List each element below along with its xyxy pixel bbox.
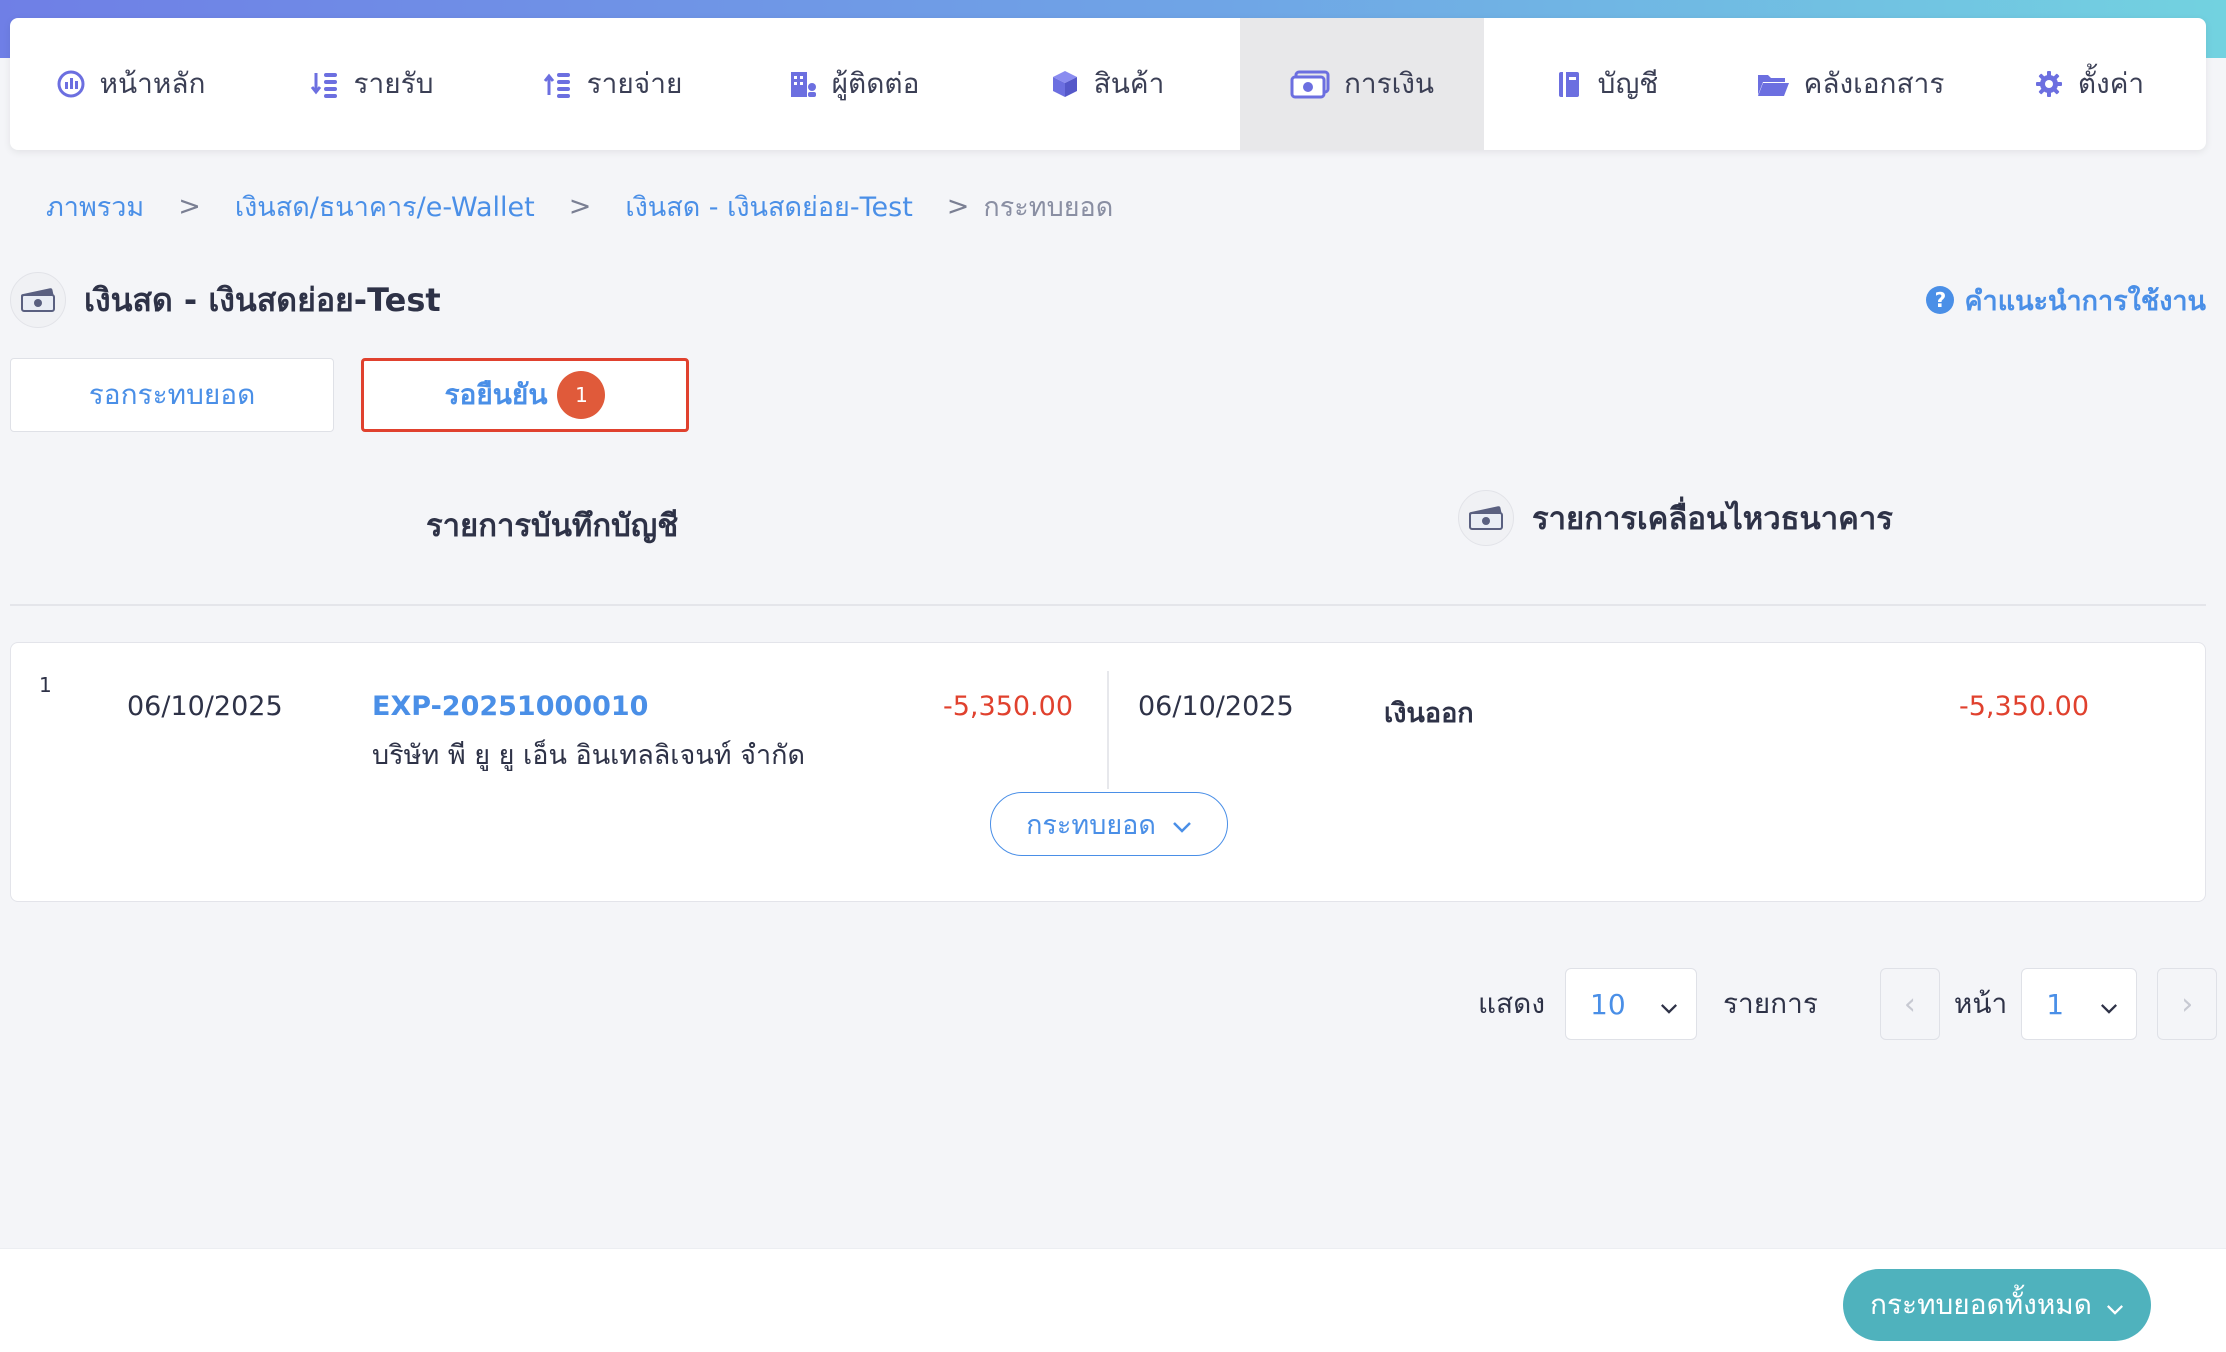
- nav-item-home[interactable]: หน้าหลัก: [10, 18, 251, 150]
- nav-label-home: หน้าหลัก: [99, 67, 206, 100]
- help-label: คำแนะนำการใช้งาน: [1964, 285, 2206, 317]
- nav-label-expense: รายจ่าย: [586, 67, 683, 100]
- expense-icon: [543, 69, 573, 99]
- page-header: เงินสด - เงินสดย่อย-Test ? คำแนะนำการใช้…: [10, 272, 2206, 328]
- bank-section-header: รายการเคลื่อนไหวธนาคาร: [1458, 490, 1893, 546]
- pagination: แสดง 10 รายการ ‹ หน้า 1 ›: [1478, 968, 2218, 1040]
- help-link[interactable]: ? คำแนะนำการใช้งาน: [1926, 279, 2206, 322]
- nav-label-accounting: บัญชี: [1597, 67, 1659, 100]
- reconcile-all-button[interactable]: กระทบยอดทั้งหมด: [1843, 1269, 2151, 1341]
- breadcrumb-link-cash-bank[interactable]: เงินสด/ธนาคาร/e-Wallet: [235, 185, 535, 228]
- tab-pending-reconcile[interactable]: รอกระทบยอด: [10, 358, 334, 432]
- nav-item-products[interactable]: สินค้า: [974, 18, 1240, 150]
- nav-item-income[interactable]: รายรับ: [251, 18, 492, 150]
- cash-icon: [1458, 490, 1514, 546]
- breadcrumb-separator: >: [568, 190, 592, 222]
- nav-label-settings: ตั้งค่า: [2077, 67, 2145, 100]
- product-box-icon: [1050, 69, 1080, 99]
- folder-icon: [1756, 69, 1790, 99]
- ledger-book-icon: [1554, 69, 1584, 99]
- page-title-wrap: เงินสด - เงินสดย่อย-Test: [10, 272, 441, 328]
- bottom-action-bar: กระทบยอดทั้งหมด: [0, 1248, 2226, 1352]
- page-label: หน้า: [1953, 987, 2008, 1020]
- page-size-value: 10: [1590, 987, 1626, 1021]
- dashboard-icon: [56, 69, 86, 99]
- tab-pending-confirm[interactable]: รอยืนยัน 1: [361, 358, 689, 432]
- main-navbar: หน้าหลัก รายรับ รายจ่าย ผู้ติดต่อ สินค้า…: [10, 18, 2206, 150]
- nav-item-documents[interactable]: คลังเอกสาร: [1728, 18, 1972, 150]
- breadcrumb: ภาพรวม > เงินสด/ธนาคาร/e-Wallet > เงินสด…: [46, 186, 1113, 226]
- row-number: 1: [39, 673, 52, 697]
- breadcrumb-link-account[interactable]: เงินสด - เงินสดย่อย-Test: [625, 185, 912, 228]
- breadcrumb-link-overview[interactable]: ภาพรวม: [46, 185, 144, 228]
- chevron-right-icon: ›: [2181, 986, 2194, 1022]
- page-number-select[interactable]: 1: [2021, 968, 2138, 1040]
- items-label: รายการ: [1723, 987, 1818, 1020]
- contact-name: บริษัท พี ยู ยู เอ็น อินเทลลิเจนท์ จำกัด: [372, 740, 806, 771]
- reconcile-button[interactable]: กระทบยอด: [990, 792, 1228, 856]
- section-headers: รายการบันทึกบัญชี รายการเคลื่อนไหวธนาคาร: [10, 490, 2206, 562]
- chevron-down-icon: [2106, 1289, 2124, 1322]
- nav-label-income: รายรับ: [353, 67, 434, 100]
- cash-icon: [10, 272, 66, 328]
- bank-section-title: รายการเคลื่อนไหวธนาคาร: [1532, 501, 1893, 537]
- nav-label-finance: การเงิน: [1343, 67, 1435, 100]
- page-title: เงินสด - เงินสดย่อย-Test: [84, 280, 441, 319]
- section-divider: [10, 604, 2206, 606]
- tab-label: รอกระทบยอด: [88, 378, 256, 411]
- chevron-down-icon: [1660, 988, 1678, 1021]
- chevron-down-icon: [2100, 988, 2118, 1021]
- ledger-amount: -5,350.00: [943, 691, 1073, 722]
- breadcrumb-separator: >: [946, 190, 970, 222]
- breadcrumb-separator: >: [178, 190, 201, 222]
- nav-item-finance[interactable]: การเงิน: [1240, 18, 1484, 150]
- chevron-down-icon: [1172, 809, 1192, 840]
- ledger-date: 06/10/2025: [127, 691, 283, 722]
- bank-date: 06/10/2025: [1138, 691, 1294, 722]
- money-icon: [1290, 69, 1330, 99]
- tab-label: รอยืนยัน: [444, 378, 548, 411]
- nav-label-documents: คลังเอกสาร: [1803, 67, 1945, 100]
- reconcile-tabs: รอกระทบยอด รอยืนยัน 1: [10, 358, 689, 432]
- page-number-value: 1: [2046, 987, 2065, 1021]
- breadcrumb-current: กระทบยอด: [983, 191, 1114, 223]
- nav-label-products: สินค้า: [1093, 67, 1165, 100]
- match-row: 1 06/10/2025 EXP-20251000010 บริษัท พี ย…: [10, 642, 2206, 902]
- nav-label-contacts: ผู้ติดต่อ: [831, 67, 920, 100]
- income-icon: [310, 69, 340, 99]
- chevron-left-icon: ‹: [1903, 986, 1916, 1022]
- nav-item-contacts[interactable]: ผู้ติดต่อ: [733, 18, 974, 150]
- reconcile-label: กระทบยอด: [1026, 809, 1156, 841]
- nav-item-accounting[interactable]: บัญชี: [1484, 18, 1728, 150]
- movement-type: เงินออก: [1384, 698, 1474, 729]
- ledger-section-title: รายการบันทึกบัญชี: [426, 508, 679, 544]
- bank-amount: -5,350.00: [1959, 691, 2089, 722]
- nav-item-expense[interactable]: รายจ่าย: [492, 18, 733, 150]
- page-size-select[interactable]: 10: [1565, 968, 1697, 1040]
- count-badge: 1: [557, 371, 606, 419]
- prev-page-button[interactable]: ‹: [1879, 968, 1940, 1040]
- next-page-button[interactable]: ›: [2157, 968, 2218, 1040]
- column-divider: [1107, 671, 1109, 789]
- gear-icon: [2034, 69, 2064, 99]
- document-link[interactable]: EXP-20251000010: [372, 691, 648, 722]
- contacts-icon: [788, 69, 818, 99]
- help-icon: ?: [1926, 286, 1955, 314]
- show-label: แสดง: [1478, 987, 1545, 1020]
- nav-item-settings[interactable]: ตั้งค่า: [1972, 18, 2206, 150]
- reconcile-all-label: กระทบยอดทั้งหมด: [1870, 1288, 2092, 1321]
